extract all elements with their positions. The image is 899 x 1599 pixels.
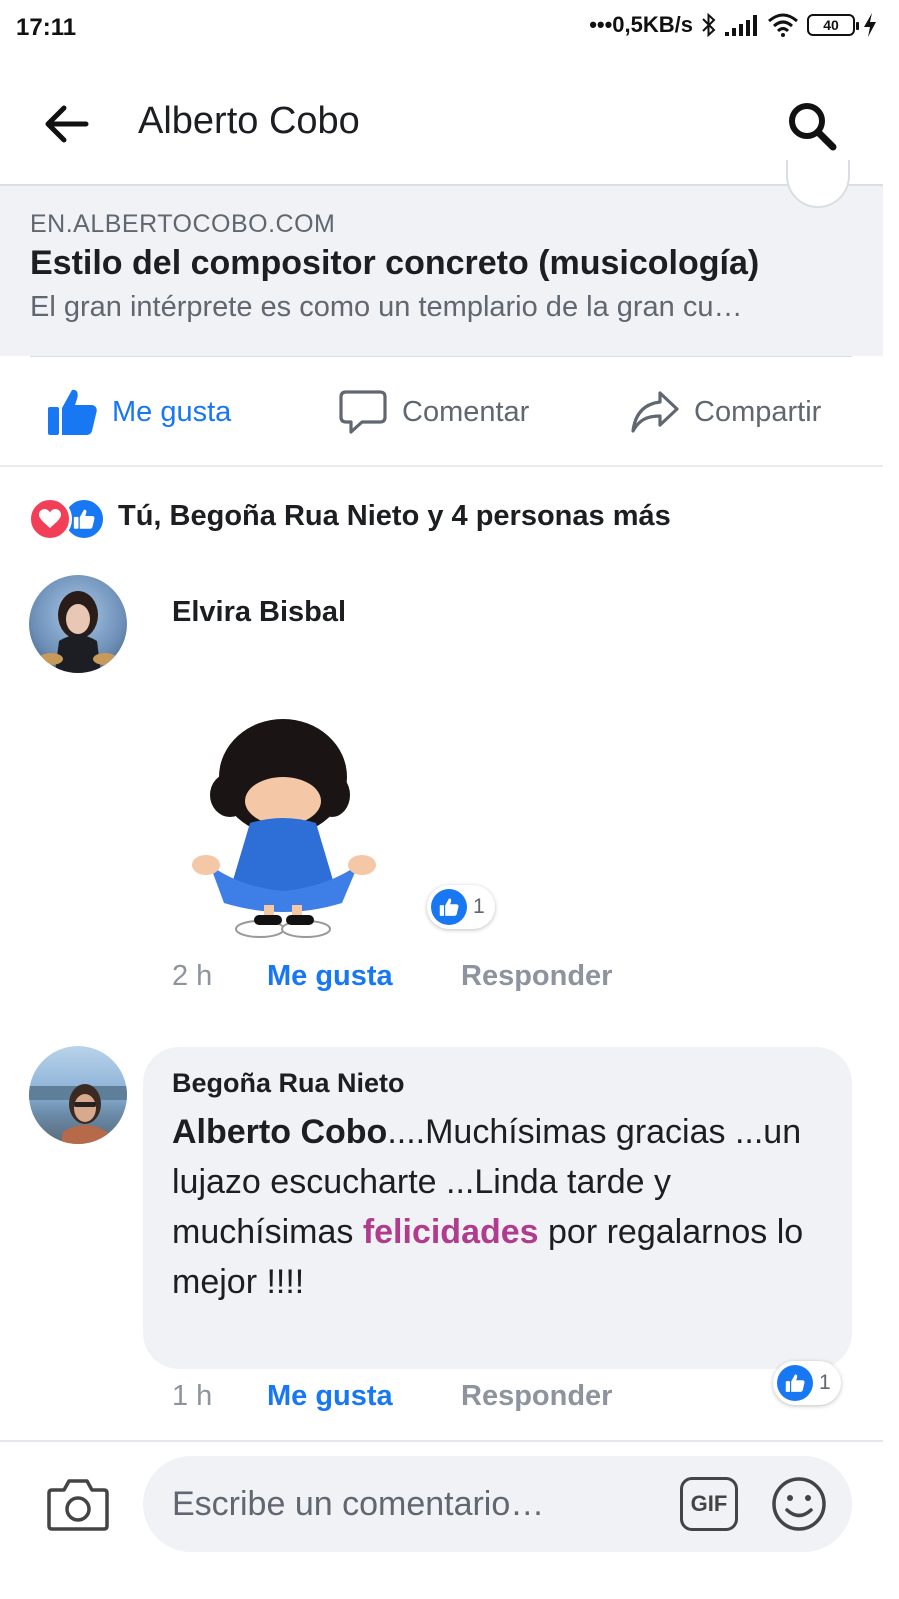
comment-time: 1 h [172,1380,213,1412]
status-time: 17:11 [16,14,77,41]
share-button[interactable]: Compartir [630,378,821,446]
comment-reply-button[interactable]: Responder [461,960,612,993]
comment-reply-button[interactable]: Responder [461,1380,612,1413]
share-icon [631,391,679,433]
heart-icon [28,497,72,541]
reaction-count: 1 [819,1371,831,1394]
like-reaction-icon [777,1365,813,1401]
divider [0,1440,883,1442]
search-icon[interactable] [786,100,838,152]
link-preview-domain: EN.ALBERTOCOBO.COM [30,210,336,238]
network-speed: •••0,5KB/s [589,12,693,37]
comment-like-button[interactable]: Me gusta [267,1380,393,1413]
thumbs-up-icon [48,389,97,435]
charging-icon [864,13,876,37]
reaction-count: 1 [473,895,485,918]
wifi-icon [768,13,798,37]
reactions-summary[interactable]: Tú, Begoña Rua Nieto y 4 personas más [118,500,671,533]
comment-label: Comentar [402,395,530,428]
bluetooth-icon [702,12,716,38]
divider [30,356,852,357]
comment-like-button[interactable]: Me gusta [267,960,393,993]
signal-icon [725,15,757,36]
comment-icon [339,390,387,434]
camera-icon[interactable] [46,1474,110,1534]
avatar-image [39,591,117,673]
battery-icon: 40 [807,14,859,36]
comment-time: 2 h [172,960,213,992]
comment-button[interactable]: Comentar [338,378,529,446]
link-preview-title[interactable]: Estilo del compositor concreto (musicolo… [30,244,759,283]
mention-link[interactable]: Alberto Cobo [172,1113,387,1151]
avatar[interactable] [29,575,127,673]
share-label: Compartir [694,395,822,428]
highlight-link[interactable]: felicidades [363,1213,539,1251]
comment-author[interactable]: Elvira Bisbal [172,596,346,629]
comment-reaction-count[interactable]: 1 [773,1361,841,1405]
like-reaction-icon [431,889,467,925]
divider [0,465,883,467]
sticker-image [192,719,376,938]
battery-level: 40 [823,17,839,33]
comment-reaction-count[interactable]: 1 [427,885,495,929]
status-icons: •••0,5KB/s 40 [589,12,877,38]
link-preview-description: El gran intérprete es como un templario … [30,291,743,323]
app-header [0,64,899,184]
like-button[interactable]: Me gusta [46,378,231,446]
gif-label: GIF [690,1491,728,1516]
comment-input-placeholder[interactable]: Escribe un comentario… [172,1485,544,1524]
gif-icon[interactable]: GIF [680,1477,738,1531]
comment-text: Alberto Cobo....Muchísimas gracias ...un… [172,1107,812,1307]
comment-author[interactable]: Begoña Rua Nieto [172,1068,405,1099]
avatar[interactable] [29,1046,127,1144]
like-label: Me gusta [112,395,232,428]
avatar-image [29,1084,127,1144]
reaction-icons[interactable] [28,497,106,541]
page-title: Alberto Cobo [138,100,360,142]
arrow-left-icon[interactable] [44,104,90,144]
emoji-icon[interactable] [770,1475,828,1533]
